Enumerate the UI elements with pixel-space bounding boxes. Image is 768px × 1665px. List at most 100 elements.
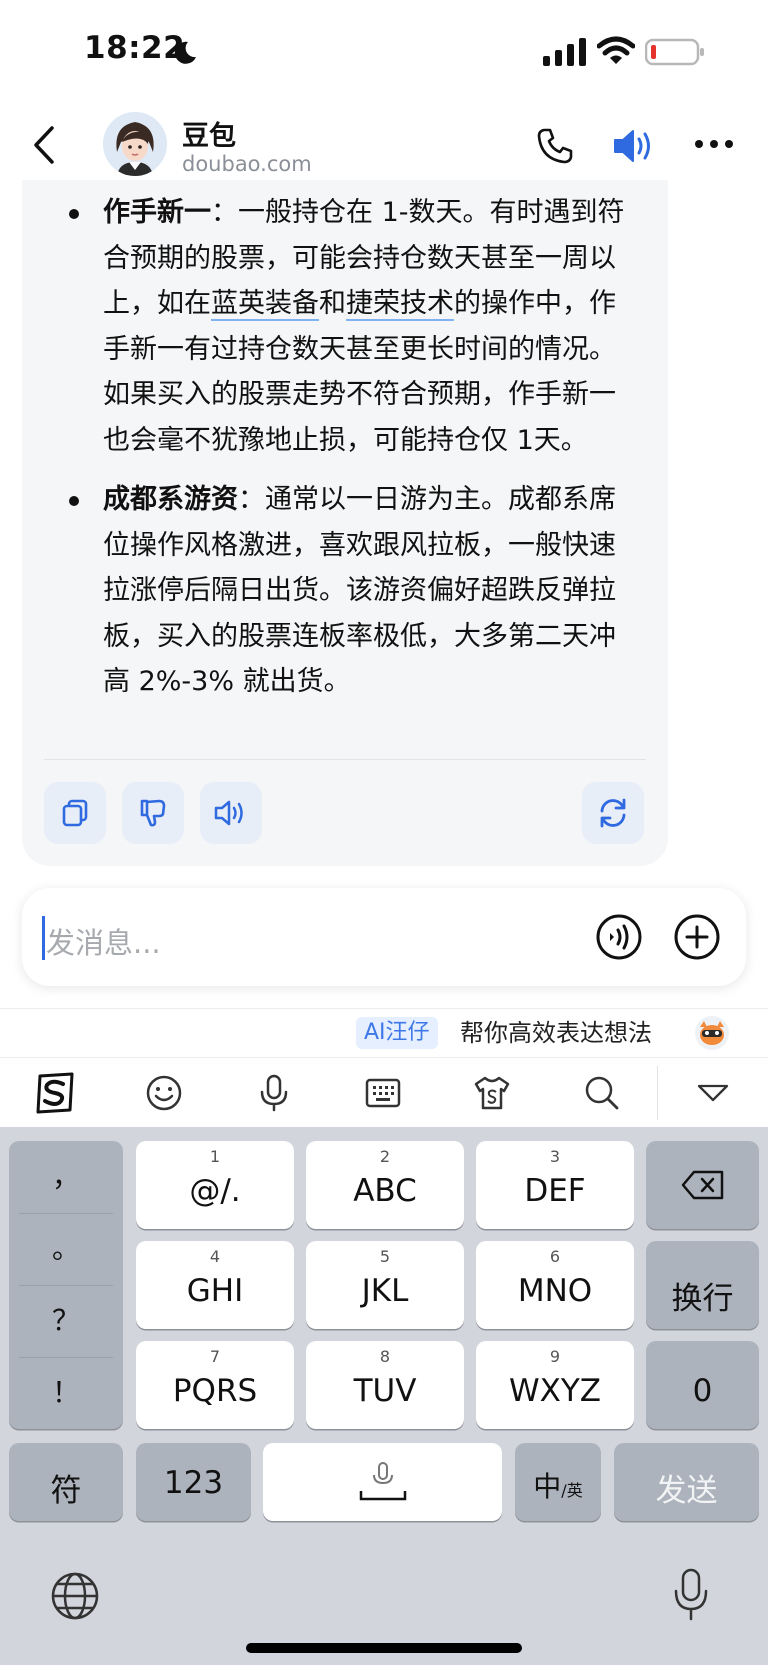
- item-title: 作手新一: [103, 197, 211, 228]
- item-title: 成都系游资: [103, 484, 238, 515]
- wifi-icon: [597, 36, 635, 64]
- keyboard: ， 。 ？ ！ 1 @/. 2 ABC 3 DEF 4 GHI 5 JKL 6 …: [0, 1127, 768, 1665]
- key-7[interactable]: 7 PQRS: [136, 1341, 294, 1429]
- status-bar: 18:22: [0, 0, 768, 100]
- key-label: DEF: [524, 1173, 586, 1209]
- key-label: @/.: [189, 1173, 241, 1209]
- voice-input-icon[interactable]: [594, 912, 644, 962]
- key-number: 6: [549, 1247, 561, 1266]
- emoji-icon[interactable]: [141, 1070, 187, 1116]
- message-content: 作手新一：一般持仓在 1-数天。有时遇到符合预期的股票，可能会持仓数天甚至一周以…: [69, 190, 638, 719]
- ime-suggestion-bar: AI汪仔 帮你高效表达想法: [0, 1008, 768, 1056]
- skin-icon[interactable]: [469, 1070, 515, 1116]
- key-label: 符: [50, 1473, 82, 1509]
- input-placeholder: 发消息...: [46, 926, 161, 960]
- punct-key-exclaim[interactable]: ！: [9, 1357, 123, 1429]
- read-aloud-button[interactable]: [200, 782, 262, 844]
- globe-icon[interactable]: [50, 1571, 100, 1621]
- ai-assistant-text[interactable]: 帮你高效表达想法: [460, 1017, 652, 1049]
- numbers-key[interactable]: 123: [136, 1443, 251, 1521]
- moon-icon: [174, 41, 196, 64]
- speaker-icon[interactable]: [612, 126, 656, 166]
- space-mic-icon: [359, 1462, 407, 1501]
- punctuation-column: ， 。 ？ ！: [9, 1141, 123, 1429]
- regenerate-button[interactable]: [582, 782, 644, 844]
- key-label: 123: [163, 1465, 224, 1501]
- key-1[interactable]: 1 @/.: [136, 1141, 294, 1229]
- key-number: 2: [379, 1147, 391, 1166]
- language-switch-key[interactable]: 中/英: [515, 1443, 601, 1521]
- key-8[interactable]: 8 TUV: [306, 1341, 464, 1429]
- plus-icon[interactable]: [672, 912, 722, 962]
- more-icon[interactable]: [694, 138, 734, 150]
- key-number: 3: [549, 1147, 561, 1166]
- item-text: ：通常以一日游为主。成都系席位操作风格激进，喜欢跟风拉板，一般快速拉涨停后隔日出…: [103, 484, 616, 697]
- key-number: 9: [549, 1347, 561, 1366]
- punct-key-comma[interactable]: ，: [9, 1141, 123, 1213]
- key-6[interactable]: 6 MNO: [476, 1241, 634, 1329]
- key-5[interactable]: 5 JKL: [306, 1241, 464, 1329]
- key-label: 0: [692, 1373, 713, 1409]
- enter-key[interactable]: 换行: [646, 1241, 759, 1329]
- backspace-key[interactable]: [646, 1141, 759, 1229]
- key-label: PQRS: [172, 1373, 258, 1409]
- signal-icon: [543, 38, 586, 66]
- assistant-domain: doubao.com: [182, 152, 312, 176]
- copy-button[interactable]: [44, 782, 106, 844]
- symbol-key[interactable]: 符: [9, 1443, 123, 1521]
- item-text: 和: [319, 288, 346, 319]
- key-number: 8: [379, 1347, 391, 1366]
- read-aloud-icon: [214, 800, 243, 826]
- key-label: JKL: [361, 1273, 409, 1309]
- lang-main-label: 中: [533, 1470, 562, 1503]
- punct-key-period[interactable]: 。: [9, 1213, 123, 1285]
- battery-icon: [645, 38, 704, 66]
- status-time: 18:22: [84, 30, 186, 66]
- key-4[interactable]: 4 GHI: [136, 1241, 294, 1329]
- toolbar-separator: [657, 1066, 658, 1120]
- punct-key-question[interactable]: ？: [9, 1285, 123, 1357]
- collapse-icon[interactable]: [690, 1070, 736, 1116]
- mic-icon[interactable]: [251, 1070, 297, 1116]
- keyboard-toolbar: [0, 1057, 768, 1127]
- send-key[interactable]: 发送: [614, 1443, 759, 1521]
- search-icon[interactable]: [579, 1070, 625, 1116]
- list-item: 成都系游资：通常以一日游为主。成都系席位操作风格激进，喜欢跟风拉板，一般快速拉涨…: [69, 477, 638, 705]
- dislike-button[interactable]: [122, 782, 184, 844]
- key-number: 7: [209, 1347, 221, 1366]
- key-number: 5: [379, 1247, 391, 1266]
- chat-header: 豆包 doubao.com: [0, 100, 768, 186]
- ai-assistant-badge[interactable]: AI汪仔: [356, 1017, 438, 1049]
- mascot-icon[interactable]: [694, 1015, 730, 1051]
- key-label: WXYZ: [508, 1373, 602, 1409]
- stock-link-jierong[interactable]: 捷荣技术: [346, 288, 454, 321]
- divider: [44, 759, 646, 760]
- keyboard-icon[interactable]: [360, 1070, 406, 1116]
- message-input[interactable]: 发消息...: [22, 888, 746, 986]
- stock-link-lanying[interactable]: 蓝英装备: [211, 288, 319, 321]
- key-label: TUV: [353, 1373, 417, 1409]
- key-label: ABC: [353, 1173, 417, 1209]
- key-number: 1: [209, 1147, 221, 1166]
- key-label: GHI: [186, 1273, 244, 1309]
- home-indicator: [246, 1643, 522, 1653]
- key-2[interactable]: 2 ABC: [306, 1141, 464, 1229]
- text-caret: [42, 916, 45, 960]
- sogou-logo-icon[interactable]: [32, 1070, 78, 1116]
- key-label: 换行: [671, 1281, 734, 1317]
- zero-key[interactable]: 0: [646, 1341, 759, 1429]
- key-3[interactable]: 3 DEF: [476, 1141, 634, 1229]
- key-9[interactable]: 9 WXYZ: [476, 1341, 634, 1429]
- key-label: 发送: [655, 1473, 718, 1509]
- avatar[interactable]: [103, 112, 167, 176]
- copy-icon: [62, 799, 88, 827]
- dislike-icon: [140, 799, 166, 827]
- phone-icon[interactable]: [535, 126, 575, 166]
- back-icon[interactable]: [30, 124, 60, 166]
- dictation-icon[interactable]: [672, 1567, 710, 1623]
- key-label: MNO: [517, 1273, 593, 1309]
- lang-sub-label: /英: [561, 1481, 583, 1500]
- space-key[interactable]: [263, 1443, 502, 1521]
- list-item: 作手新一：一般持仓在 1-数天。有时遇到符合预期的股票，可能会持仓数天甚至一周以…: [69, 190, 638, 463]
- regenerate-icon: [600, 798, 626, 828]
